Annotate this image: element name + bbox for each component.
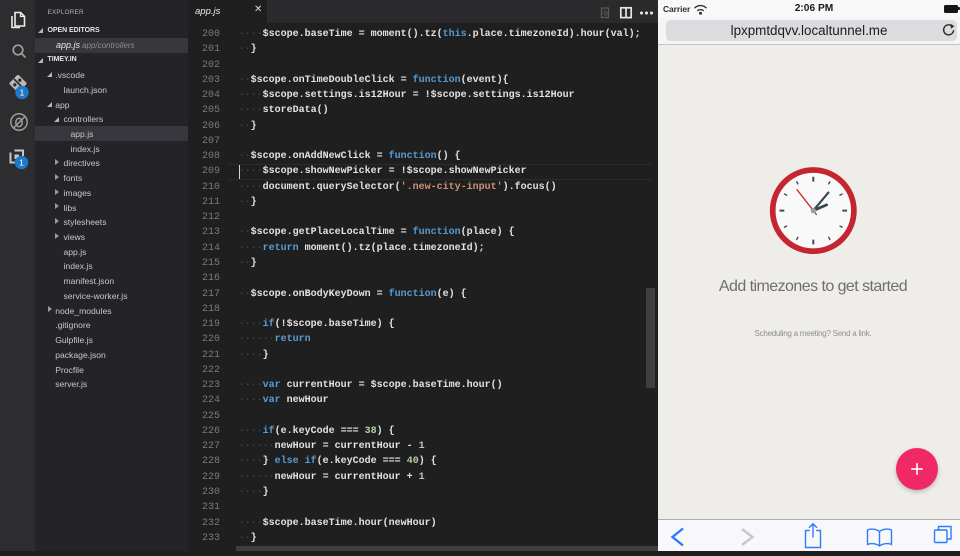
svg-text:1: 1	[20, 88, 25, 98]
svg-text:1: 1	[19, 158, 24, 168]
